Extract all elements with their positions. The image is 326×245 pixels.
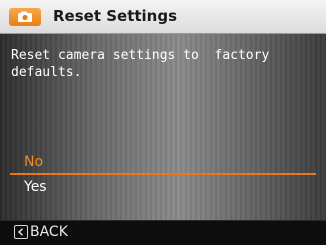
bottom-bar: BACK: [0, 220, 326, 245]
page-title: Reset Settings: [53, 7, 178, 25]
option-no-label: No: [24, 154, 44, 170]
chevron-left-icon: [14, 225, 28, 239]
option-yes[interactable]: Yes: [0, 176, 326, 199]
camera-menu-screen: Reset Settings Reset camera settings to …: [0, 0, 326, 245]
background: [0, 0, 326, 245]
title-bar: Reset Settings: [0, 0, 326, 34]
camera-settings-icon: [9, 8, 41, 26]
selection-underline: [10, 173, 316, 175]
reset-message: Reset camera settings to factory default…: [11, 48, 270, 80]
option-no[interactable]: No: [0, 151, 326, 174]
option-yes-label: Yes: [24, 179, 47, 195]
back-label: BACK: [30, 224, 68, 240]
